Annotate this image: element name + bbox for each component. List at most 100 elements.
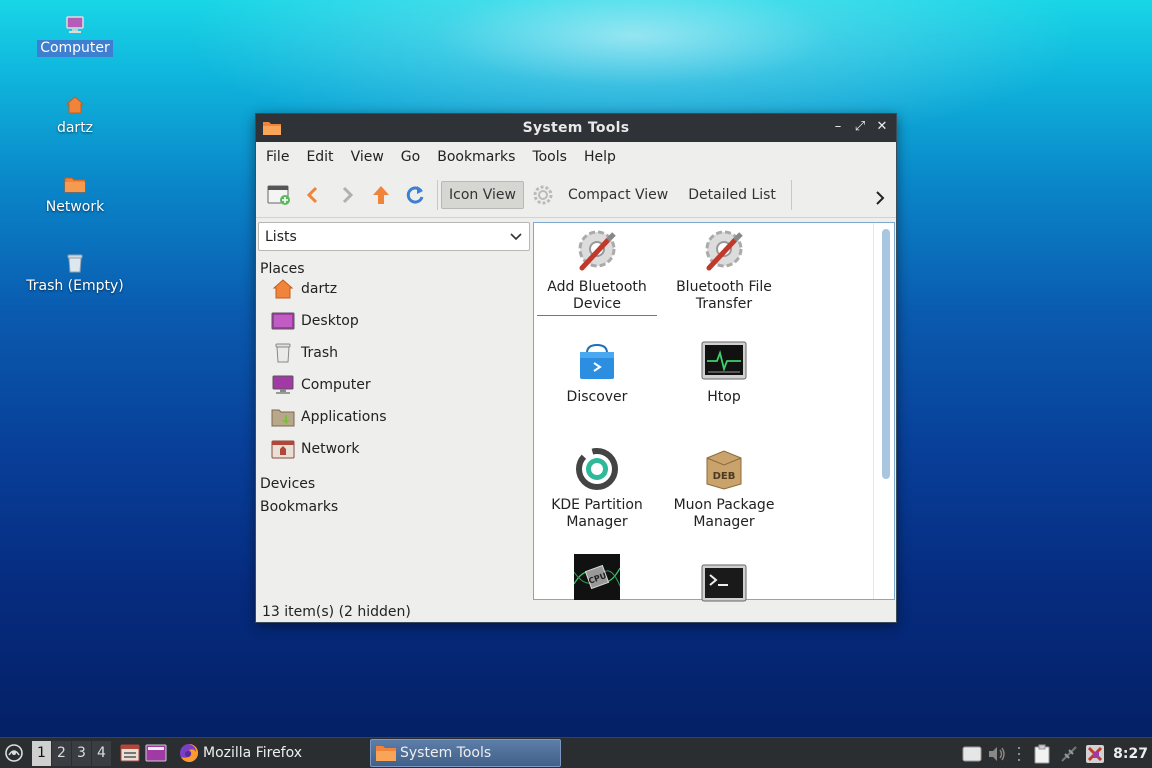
forward-button[interactable] bbox=[332, 180, 362, 210]
file-item[interactable]: Add Bluetooth Device bbox=[537, 227, 657, 316]
menu-tools[interactable]: Tools bbox=[526, 149, 573, 165]
reload-button[interactable] bbox=[400, 180, 430, 210]
up-button[interactable] bbox=[366, 180, 396, 210]
drive-icon bbox=[962, 746, 982, 761]
place-trash[interactable]: Trash bbox=[271, 339, 338, 367]
chevron-down-icon bbox=[510, 233, 522, 241]
menu-bookmarks[interactable]: Bookmarks bbox=[431, 149, 521, 165]
file-item-label: KDE Partition Manager bbox=[551, 497, 643, 530]
system-tray: 8:27 bbox=[959, 738, 1152, 768]
task-label: Mozilla Firefox bbox=[203, 745, 303, 761]
desktop-icon-label: Trash (Empty) bbox=[26, 278, 124, 294]
network-icon bbox=[271, 437, 295, 461]
menu-go[interactable]: Go bbox=[395, 149, 426, 165]
menu-view[interactable]: View bbox=[345, 149, 390, 165]
update-icon bbox=[1086, 744, 1105, 763]
computer-icon bbox=[63, 13, 87, 37]
discover-bag-icon bbox=[573, 337, 621, 385]
file-item[interactable]: Htop bbox=[664, 337, 784, 406]
task-label: System Tools bbox=[400, 745, 492, 761]
scrollbar-thumb[interactable] bbox=[882, 229, 890, 479]
clipboard-icon bbox=[1034, 744, 1050, 763]
maximize-button[interactable]: ⤢ bbox=[852, 118, 868, 136]
clock[interactable]: 8:27 bbox=[1113, 746, 1148, 762]
tools-icon bbox=[573, 227, 621, 275]
removable-media-tray[interactable] bbox=[959, 740, 985, 767]
close-button[interactable]: ✕ bbox=[874, 118, 890, 136]
settings-button[interactable] bbox=[528, 180, 558, 210]
back-button[interactable] bbox=[298, 180, 328, 210]
desktop-icon bbox=[271, 309, 295, 333]
tools-icon bbox=[700, 227, 748, 275]
workspace-2[interactable]: 2 bbox=[52, 740, 71, 766]
trash-icon bbox=[271, 341, 295, 365]
desktop-icon-network[interactable]: Network bbox=[10, 172, 140, 216]
file-view[interactable]: Add Bluetooth Device Bluetooth File Tran… bbox=[533, 222, 895, 602]
menu-edit[interactable]: Edit bbox=[300, 149, 339, 165]
folder-icon bbox=[262, 119, 282, 141]
home-folder-icon bbox=[271, 277, 295, 301]
place-desktop[interactable]: Desktop bbox=[271, 307, 359, 335]
file-item[interactable]: DEB Muon Package Manager bbox=[664, 445, 784, 531]
menu-file[interactable]: File bbox=[260, 149, 295, 165]
applications-icon bbox=[271, 405, 295, 429]
desktop-icon-dartz[interactable]: dartz bbox=[10, 93, 140, 137]
place-computer[interactable]: Computer bbox=[271, 371, 371, 399]
computer-icon bbox=[271, 373, 295, 397]
workspace-3[interactable]: 3 bbox=[72, 740, 91, 766]
file-item[interactable]: KDE Partition Manager bbox=[537, 445, 657, 531]
tray-separator bbox=[1009, 740, 1029, 767]
clipboard-tray[interactable] bbox=[1029, 740, 1055, 767]
lubuntu-logo-icon bbox=[5, 744, 23, 762]
chevron-right-icon bbox=[876, 191, 885, 205]
bookmarks-header[interactable]: Bookmarks bbox=[260, 499, 338, 515]
devices-header[interactable]: Devices bbox=[260, 476, 315, 492]
start-menu-button[interactable] bbox=[0, 740, 28, 767]
window-title: System Tools bbox=[522, 120, 630, 136]
window-titlebar[interactable]: System Tools – ⤢ ✕ bbox=[256, 114, 896, 142]
desktop-icon-computer[interactable]: Computer bbox=[10, 13, 140, 57]
network-folder-icon bbox=[63, 172, 87, 196]
file-manager-window: System Tools – ⤢ ✕ File Edit View Go Boo… bbox=[255, 113, 897, 623]
file-manager-launcher[interactable] bbox=[118, 740, 142, 767]
desktop-icon bbox=[145, 744, 167, 762]
file-item[interactable]: Discover bbox=[537, 337, 657, 406]
file-item-label: Htop bbox=[707, 389, 741, 405]
compact-view-button[interactable]: Compact View bbox=[560, 181, 676, 209]
task-firefox[interactable]: Mozilla Firefox bbox=[174, 739, 370, 767]
partition-manager-icon bbox=[573, 445, 621, 493]
file-item-label: Muon Package Manager bbox=[673, 497, 775, 530]
file-item[interactable]: Bluetooth File Transfer bbox=[664, 227, 784, 313]
system-monitor-icon bbox=[700, 337, 748, 385]
forward-arrow-icon bbox=[342, 186, 354, 203]
folder-icon bbox=[376, 746, 396, 761]
show-desktop-launcher[interactable] bbox=[142, 740, 170, 767]
cpu-icon: CPU bbox=[573, 553, 621, 601]
side-pane-mode-select[interactable]: Lists bbox=[258, 222, 530, 251]
status-bar: 13 item(s) (2 hidden) bbox=[262, 604, 411, 620]
desktop-icon-trash[interactable]: Trash (Empty) bbox=[10, 251, 140, 295]
toolbar: Icon View Compact View Detailed List bbox=[256, 172, 896, 218]
detailed-list-button[interactable]: Detailed List bbox=[680, 181, 784, 209]
place-applications[interactable]: Applications bbox=[271, 403, 387, 431]
deb-package-icon: DEB bbox=[700, 445, 748, 493]
file-item[interactable]: CPU bbox=[537, 553, 657, 605]
firefox-icon bbox=[180, 743, 199, 762]
workspace-4[interactable]: 4 bbox=[92, 740, 111, 766]
minimize-button[interactable]: – bbox=[830, 118, 846, 136]
terminal-icon bbox=[700, 559, 748, 607]
file-item[interactable] bbox=[664, 559, 784, 611]
update-notifier-tray[interactable] bbox=[1083, 740, 1107, 767]
menu-help[interactable]: Help bbox=[578, 149, 622, 165]
workspace-1[interactable]: 1 bbox=[32, 740, 51, 766]
menubar: File Edit View Go Bookmarks Tools Help bbox=[256, 142, 896, 172]
new-window-button[interactable] bbox=[264, 180, 294, 210]
toolbar-overflow-button[interactable] bbox=[872, 186, 888, 210]
up-arrow-icon bbox=[373, 185, 389, 204]
icon-view-button[interactable]: Icon View bbox=[441, 180, 524, 209]
task-system-tools[interactable]: System Tools bbox=[370, 739, 561, 767]
network-tray[interactable] bbox=[1055, 740, 1083, 767]
place-dartz[interactable]: dartz bbox=[271, 275, 337, 303]
volume-tray[interactable] bbox=[985, 740, 1009, 767]
place-network[interactable]: Network bbox=[271, 435, 359, 463]
